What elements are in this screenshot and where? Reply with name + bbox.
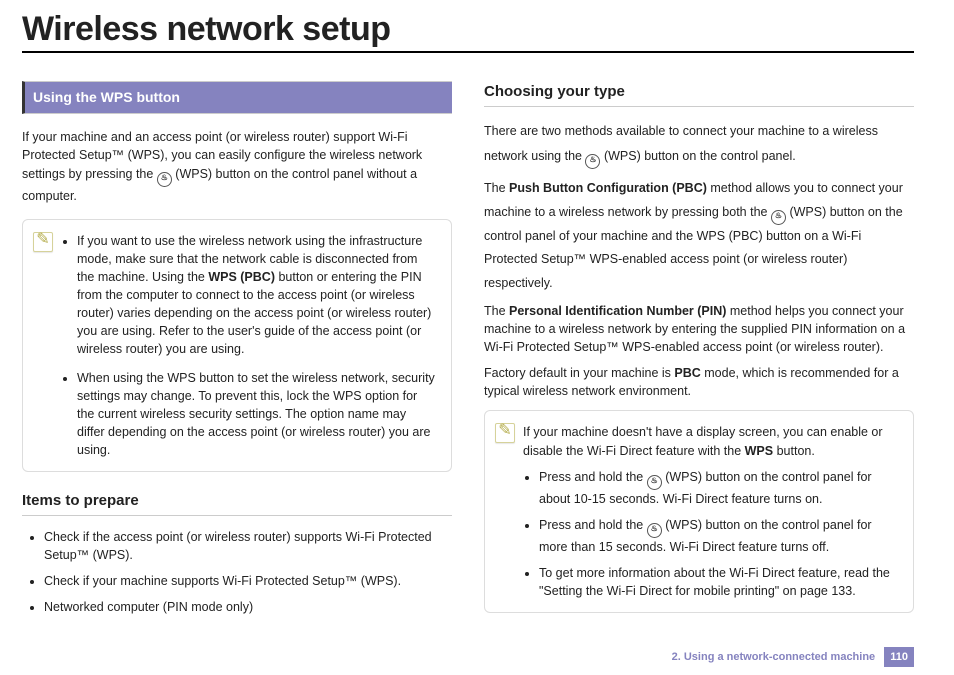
text: Press and hold the — [539, 518, 647, 532]
list-item: When using the WPS button to set the wir… — [77, 369, 437, 460]
wps-icon — [157, 172, 172, 187]
note-intro-paragraph: If your machine doesn't have a display s… — [523, 423, 899, 459]
text-bold: WPS — [745, 444, 773, 458]
document-page: Wireless network setup Using the WPS but… — [0, 0, 954, 675]
text: Factory default in your machine is — [484, 366, 674, 380]
chapter-label: 2. Using a network-connected machine — [672, 651, 876, 663]
text: The — [484, 304, 509, 318]
note-box-wps: If you want to use the wireless network … — [22, 219, 452, 473]
note-icon — [495, 423, 515, 443]
list-item: If you want to use the wireless network … — [77, 232, 437, 359]
choosing-paragraph-2: The Push Button Configuration (PBC) meth… — [484, 177, 914, 296]
page-title: Wireless network setup — [22, 10, 914, 53]
list-item: Check if the access point (or wireless r… — [44, 528, 452, 564]
choosing-paragraph-1: There are two methods available to conne… — [484, 119, 914, 169]
subheading-items-prepare: Items to prepare — [22, 490, 452, 516]
text-bold: Push Button Configuration (PBC) — [509, 181, 707, 195]
section-header-wps-button: Using the WPS button — [22, 81, 452, 114]
note-list: Press and hold the (WPS) button on the c… — [523, 468, 899, 601]
page-number-badge: 110 — [884, 647, 914, 667]
text: (WPS) button on the control panel. — [604, 149, 796, 163]
list-item: Press and hold the (WPS) button on the c… — [539, 468, 899, 508]
list-item: Networked computer (PIN mode only) — [44, 598, 452, 616]
text-bold: WPS (PBC) — [208, 270, 275, 284]
choosing-paragraph-3: The Personal Identification Number (PIN)… — [484, 302, 914, 356]
text: If your machine doesn't have a display s… — [523, 425, 883, 457]
text-bold: Personal Identification Number (PIN) — [509, 304, 726, 318]
left-column: Using the WPS button If your machine and… — [22, 81, 452, 631]
right-column: Choosing your type There are two methods… — [484, 81, 914, 631]
choosing-paragraph-4: Factory default in your machine is PBC m… — [484, 364, 914, 400]
note-list: If you want to use the wireless network … — [61, 232, 437, 460]
items-body: Check if the access point (or wireless r… — [22, 528, 452, 617]
list-item: Check if your machine supports Wi-Fi Pro… — [44, 572, 452, 590]
wps-icon — [647, 523, 662, 538]
text: The — [484, 181, 509, 195]
subheading-choosing-type: Choosing your type — [484, 81, 914, 107]
items-list: Check if the access point (or wireless r… — [28, 528, 452, 617]
wps-intro-paragraph: If your machine and an access point (or … — [22, 128, 452, 204]
list-item: To get more information about the Wi-Fi … — [539, 564, 899, 600]
text: Press and hold the — [539, 470, 647, 484]
list-item: Press and hold the (WPS) button on the c… — [539, 516, 899, 556]
wps-icon — [771, 210, 786, 225]
page-footer: 2. Using a network-connected machine 110 — [672, 647, 914, 667]
wps-icon — [647, 475, 662, 490]
note-icon — [33, 232, 53, 252]
wps-icon — [585, 154, 600, 169]
note-box-wifi-direct: If your machine doesn't have a display s… — [484, 410, 914, 613]
text-bold: PBC — [674, 366, 700, 380]
content-columns: Using the WPS button If your machine and… — [22, 81, 914, 631]
text: button. — [777, 444, 815, 458]
